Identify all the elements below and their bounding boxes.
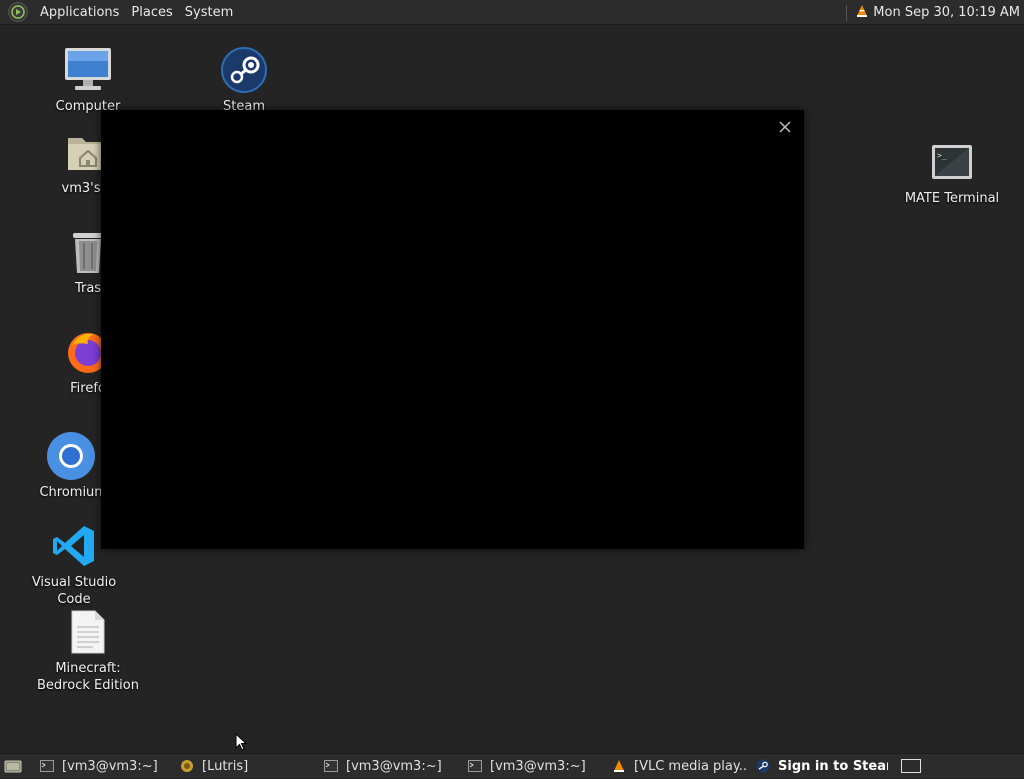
taskbar-item-label: [vm3@vm3:~] [62, 758, 158, 774]
steam-icon [218, 44, 270, 96]
top-panel: Applications Places System Mon Sep 30, 1… [0, 0, 1024, 25]
show-desktop-icon [4, 760, 22, 773]
taskbar-item-label: Sign in to Steam [778, 758, 888, 774]
desktop-icon-mate-terminal[interactable]: >_ MATE Terminal [897, 136, 1007, 207]
panel-tray: Mon Sep 30, 10:19 AM [846, 0, 1020, 25]
panel-separator [846, 4, 848, 21]
mouse-cursor-icon [235, 732, 248, 755]
svg-text:>_: >_ [937, 151, 947, 160]
taskbar-item-terminal-2[interactable]: [vm3@vm3:~] [316, 754, 460, 779]
close-icon[interactable] [776, 118, 794, 136]
taskbar-item-label: [vm3@vm3:~] [346, 758, 442, 774]
desktop-icon-label: Chromiun [39, 485, 103, 500]
taskbar-item-vlc[interactable]: [VLC media play... [604, 754, 748, 779]
vlc-tray-icon[interactable] [855, 4, 869, 22]
terminal-icon: >_ [926, 136, 978, 188]
desktop-icon-computer[interactable]: Computer [33, 44, 143, 115]
taskbar-item-label: [vm3@vm3:~] [490, 758, 586, 774]
taskbar-item-label: [VLC media play... [634, 758, 748, 774]
clock[interactable]: Mon Sep 30, 10:19 AM [873, 5, 1020, 20]
bottom-panel: [vm3@vm3:~] [Lutris] [vm3@vm3:~] [vm3@vm… [0, 753, 1024, 778]
terminal-icon [468, 759, 482, 773]
terminal-icon [324, 759, 338, 773]
taskbar-item-steam-signin[interactable]: Sign in to Steam [748, 754, 888, 779]
desktop-icon-label: Visual Studio Code [31, 575, 117, 607]
menu-system[interactable]: System [179, 5, 239, 20]
lutris-icon [180, 759, 194, 773]
terminal-icon [40, 759, 54, 773]
taskbar-item-lutris[interactable]: [Lutris] [172, 754, 316, 779]
document-icon [62, 606, 114, 658]
desktop-icon-label: Tras [74, 281, 102, 296]
steam-icon [756, 759, 770, 773]
taskbar-item-terminal-1[interactable]: [vm3@vm3:~] [32, 754, 172, 779]
show-desktop-button[interactable] [0, 754, 26, 779]
taskbar-item-label: [Lutris] [202, 758, 249, 774]
desktop-icon-steam[interactable]: Steam [189, 44, 299, 115]
monitor-icon [62, 44, 114, 96]
taskbar-item-terminal-3[interactable]: [vm3@vm3:~] [460, 754, 604, 779]
workspace-switcher[interactable] [901, 759, 921, 773]
mate-menu-icon[interactable] [8, 2, 28, 22]
vlc-icon [612, 759, 626, 773]
desktop-icon-label: MATE Terminal [904, 191, 1000, 206]
desktop-icon-label: Minecraft: Bedrock Edition [37, 661, 139, 693]
menu-places[interactable]: Places [125, 5, 178, 20]
vscode-icon [48, 520, 100, 572]
menu-applications[interactable]: Applications [34, 5, 125, 20]
desktop-icon-minecraft[interactable]: Minecraft: Bedrock Edition [33, 606, 143, 694]
steam-signin-window[interactable] [101, 110, 804, 549]
chromium-icon [45, 430, 97, 482]
